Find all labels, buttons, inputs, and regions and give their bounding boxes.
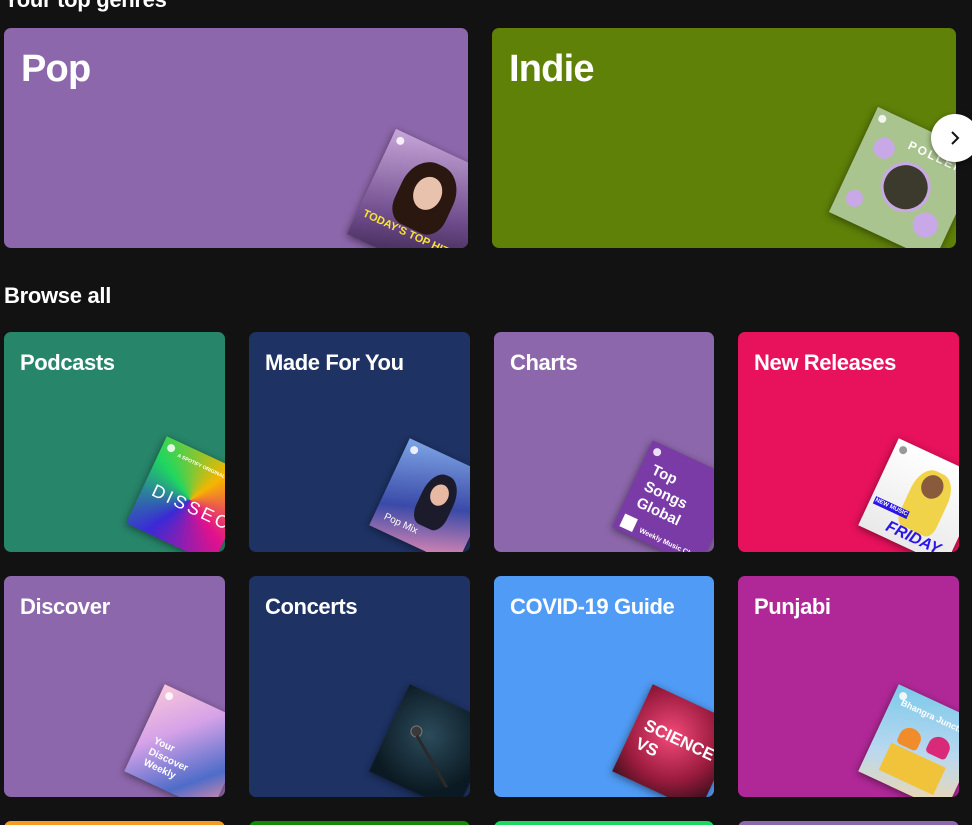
concert-cover-image xyxy=(369,684,470,797)
chart-cover-title: Top Songs Global xyxy=(633,461,690,530)
playlist-cover-image: TODAY'S TOP HITS xyxy=(346,128,468,248)
playlist-cover-image: Bhangra Junction xyxy=(858,684,959,797)
category-card-label: Concerts xyxy=(265,594,358,619)
chart-cover-subtitle: Weekly Music Charts xyxy=(637,527,705,552)
playlist-cover-image: NEW MUSIC FRIDAY xyxy=(858,438,959,552)
category-card-podcasts[interactable]: Podcasts A SPOTIFY ORIGINAL DISSECT xyxy=(4,332,225,552)
podcast-cover-image: SCIENCE VS xyxy=(612,684,714,797)
category-card-discover[interactable]: Discover Your Discover Weekly xyxy=(4,576,225,797)
category-card-label: COVID-19 Guide xyxy=(510,594,675,619)
category-card-made-for-you[interactable]: Made For You Pop Mix xyxy=(249,332,470,552)
podcast-cover-title: DISSECT xyxy=(148,480,225,541)
podcast-cover-title: SCIENCE VS xyxy=(632,715,714,765)
chevron-right-icon xyxy=(951,131,960,145)
genre-card-pop[interactable]: Pop TODAY'S TOP HITS xyxy=(4,28,468,248)
category-card-label: Charts xyxy=(510,350,578,375)
carousel-next-button[interactable] xyxy=(931,114,972,162)
category-card-label: Punjabi xyxy=(754,594,831,619)
category-card-label: New Releases xyxy=(754,350,896,375)
chart-cover-image: Top Songs Global Weekly Music Charts xyxy=(612,440,714,552)
category-card-new-releases[interactable]: New Releases NEW MUSIC FRIDAY xyxy=(738,332,959,552)
category-card-label: Podcasts xyxy=(20,350,115,375)
category-card-punjabi[interactable]: Punjabi Bhangra Junction xyxy=(738,576,959,797)
genre-card-label: Indie xyxy=(509,48,594,90)
category-card-concerts[interactable]: Concerts xyxy=(249,576,470,797)
category-card-label: Made For You xyxy=(265,350,404,375)
category-card-covid-19-guide[interactable]: COVID-19 Guide SCIENCE VS xyxy=(494,576,714,797)
category-card-partial[interactable] xyxy=(494,821,714,825)
top-genres-heading: Your top genres xyxy=(4,0,167,13)
playlist-cover-image: Your Discover Weekly xyxy=(124,684,225,797)
browse-all-heading: Browse all xyxy=(4,283,112,308)
playlist-cover-caption: Your Discover Weekly xyxy=(141,735,190,782)
playlist-cover-image: Pop Mix xyxy=(369,438,470,552)
genre-card-label: Pop xyxy=(21,48,91,90)
podcast-cover-subtitle: A SPOTIFY ORIGINAL xyxy=(176,452,225,481)
genre-card-indie[interactable]: Indie POLLEN xyxy=(492,28,956,248)
category-card-label: Discover xyxy=(20,594,110,619)
podcast-cover-image: A SPOTIFY ORIGINAL DISSECT xyxy=(126,436,225,552)
category-card-charts[interactable]: Charts Top Songs Global Weekly Music Cha… xyxy=(494,332,714,552)
category-card-partial[interactable] xyxy=(738,821,959,825)
category-card-partial[interactable] xyxy=(249,821,470,825)
category-card-partial[interactable] xyxy=(4,821,225,825)
